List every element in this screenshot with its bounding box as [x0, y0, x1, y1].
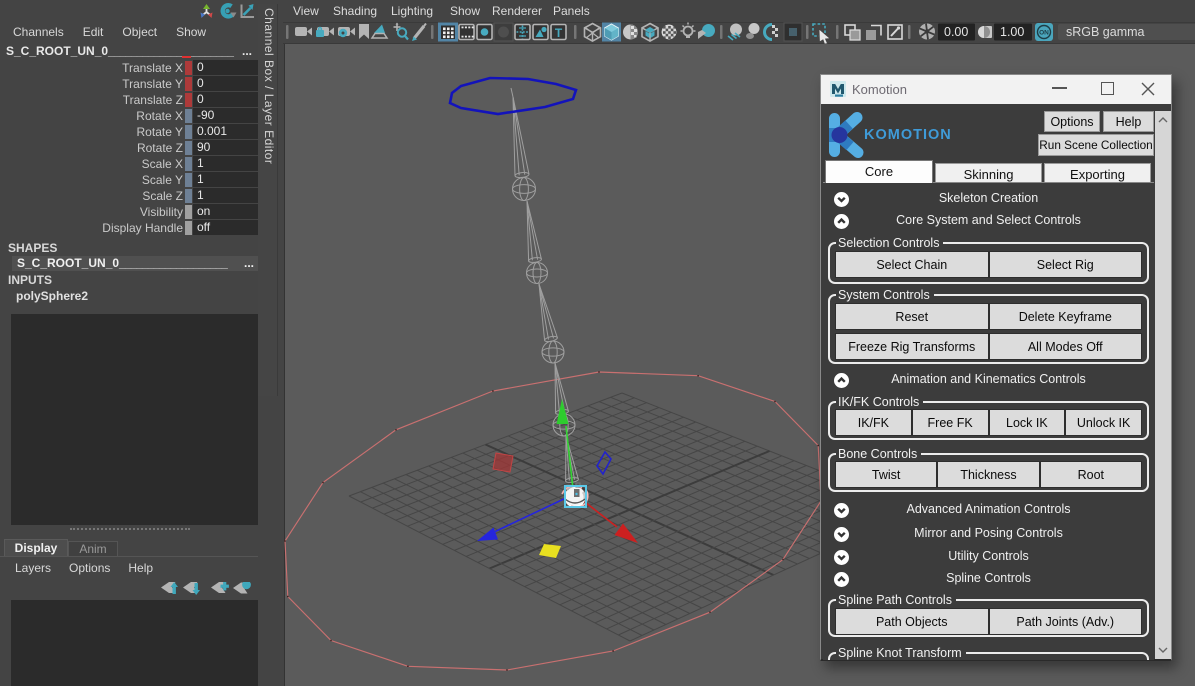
- svg-text:0.00: 0.00: [944, 25, 968, 39]
- svg-text:1.00: 1.00: [1000, 25, 1024, 39]
- svg-text:ON: ON: [1039, 30, 1049, 37]
- svg-text:sRGB gamma: sRGB gamma: [1066, 25, 1145, 39]
- svg-text:T: T: [555, 26, 563, 40]
